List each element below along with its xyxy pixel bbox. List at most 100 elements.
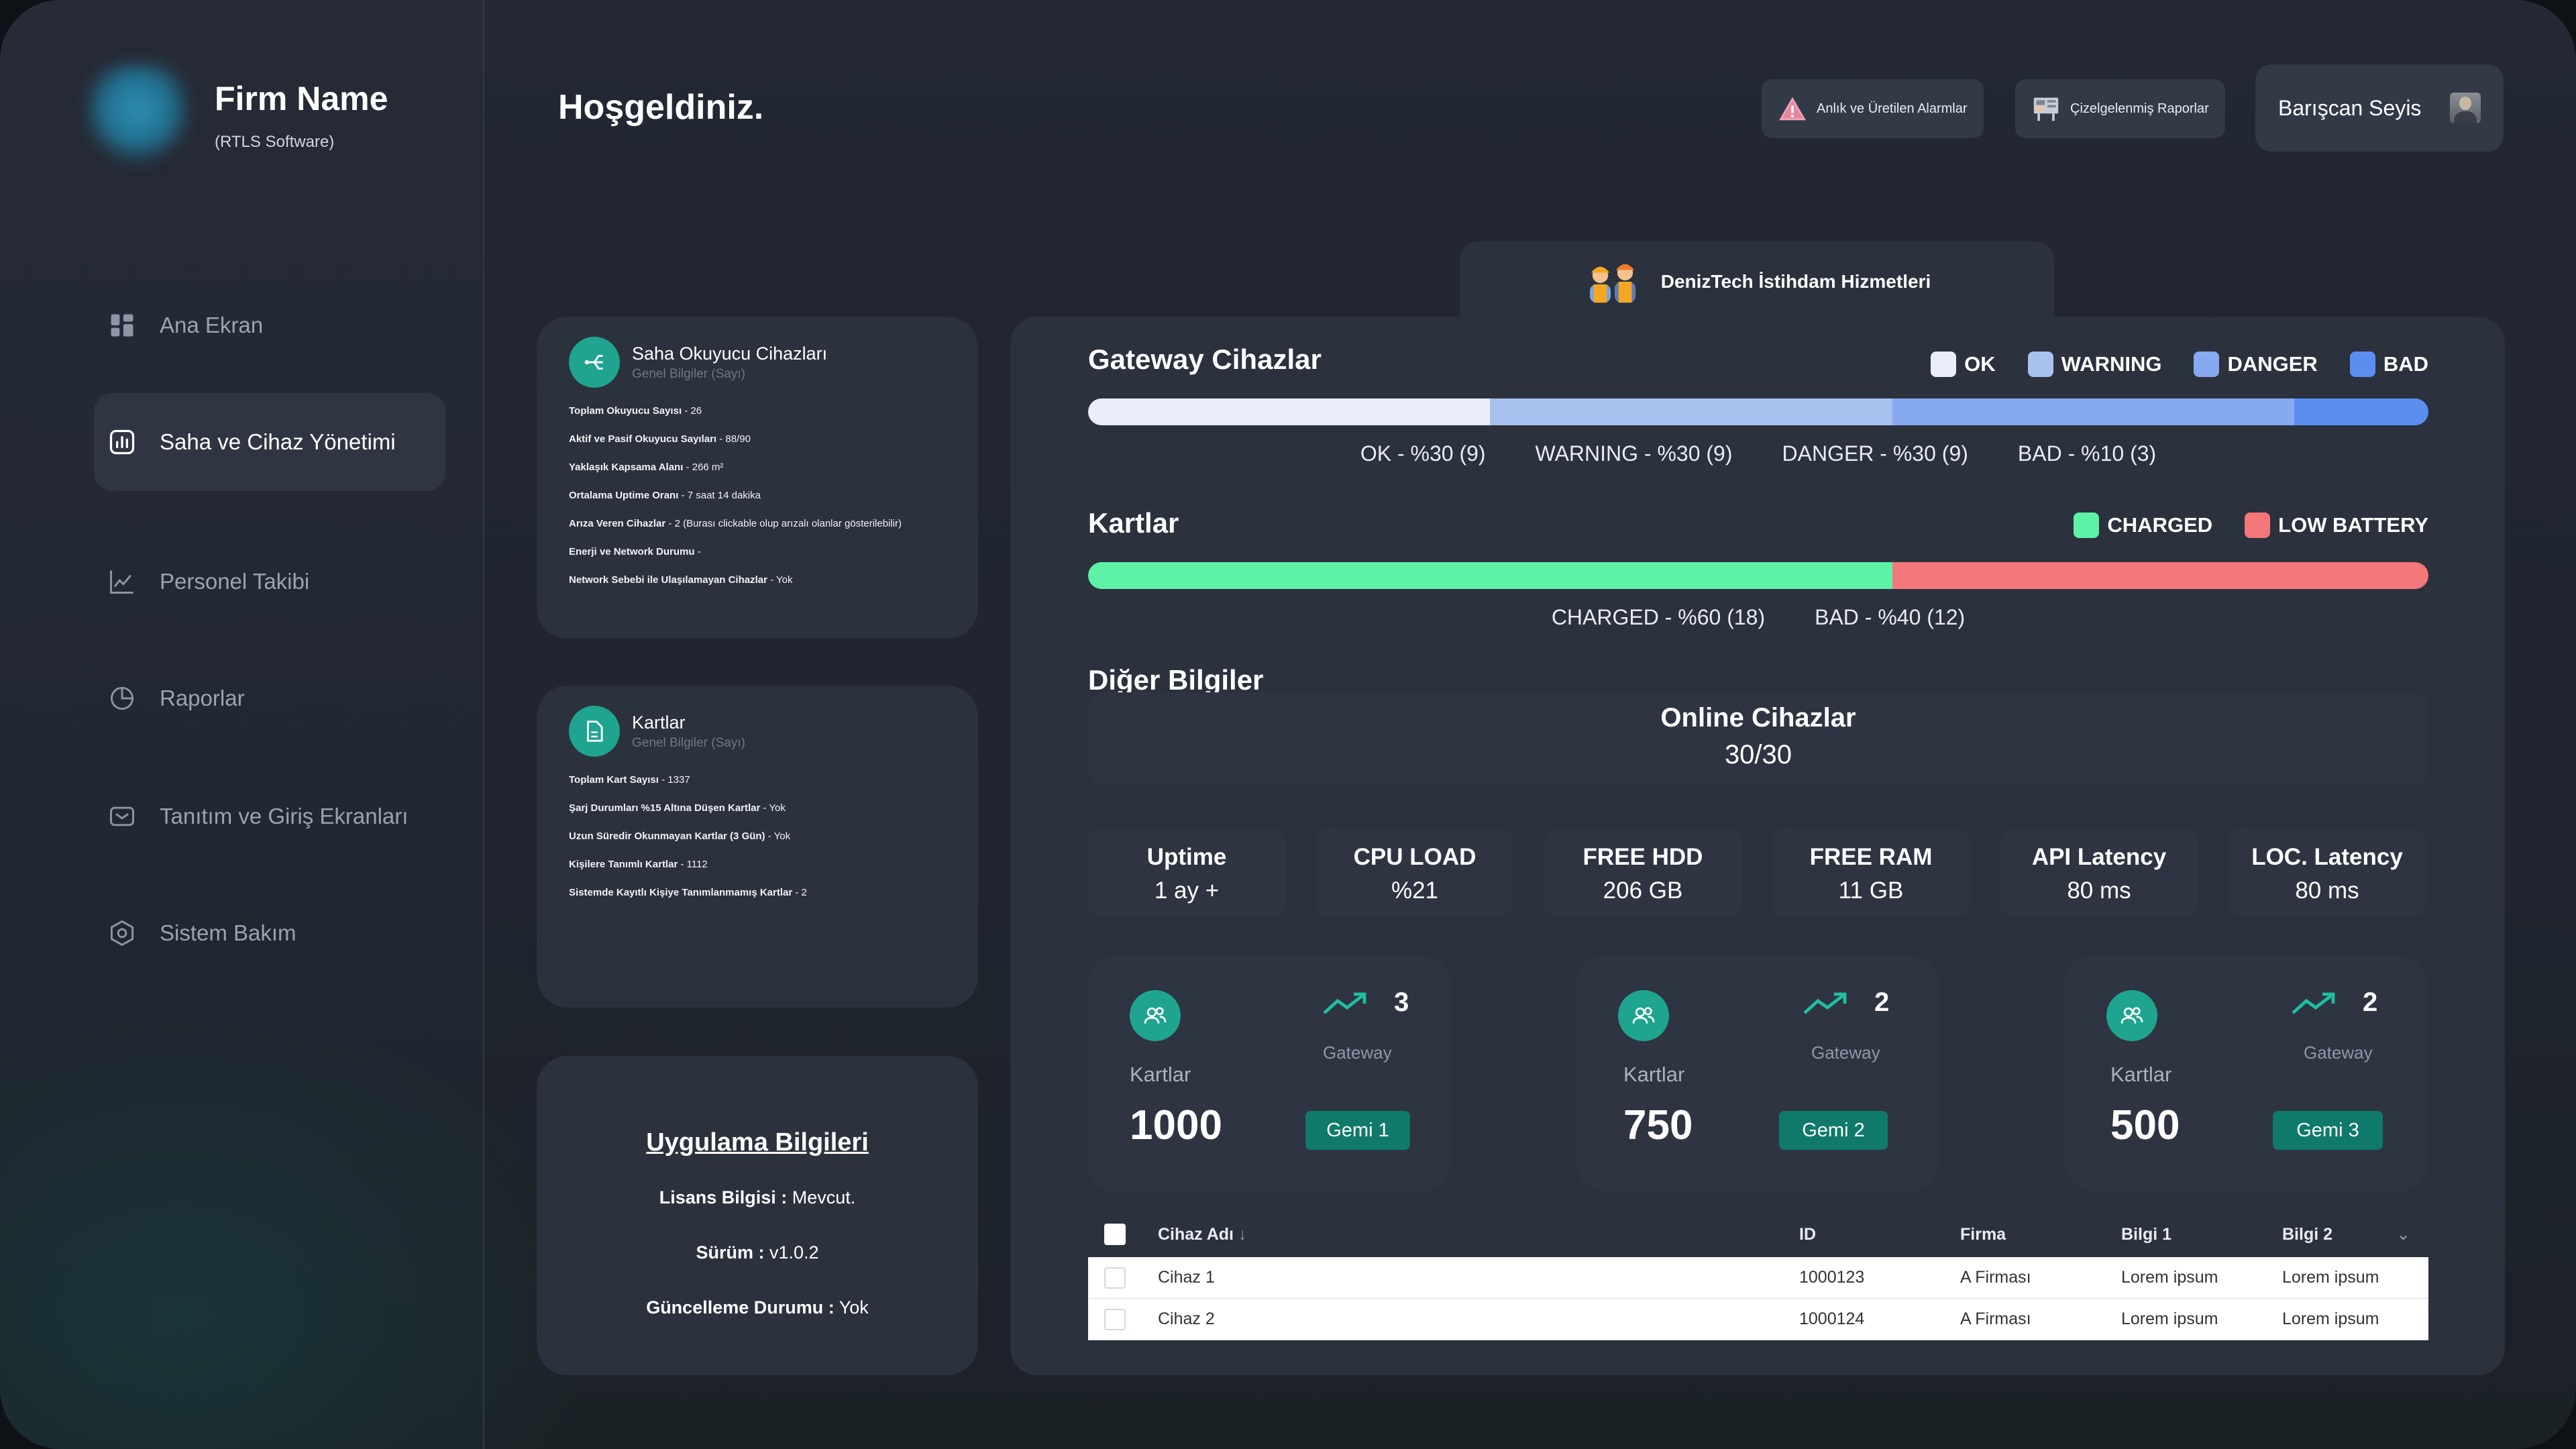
stat-free-hdd: FREE HDD 206 GB <box>1544 828 1741 918</box>
row-checkbox[interactable] <box>1104 1308 1126 1330</box>
devices-table: Cihaz Adı ↓ ID Firma Bilgi 1 Bilgi 2 ⌄ C… <box>1088 1212 2428 1340</box>
select-all-checkbox[interactable] <box>1104 1224 1126 1245</box>
company-name: DenizTech İstihdam Hizmetleri <box>1660 271 1931 292</box>
legend-swatch <box>2194 352 2220 377</box>
sidebar-item-label: Personel Takibi <box>160 569 310 594</box>
info-line: Aktif ve Pasif Okuyucu Sayıları - 88/90 <box>569 433 751 445</box>
cards-section-title: Kartlar <box>1088 507 1179 539</box>
sidebar-item-ana-ekran[interactable]: Ana Ekran <box>94 276 445 374</box>
sidebar-item-label: Ana Ekran <box>160 313 264 337</box>
version-info: Sürüm : v1.0.2 <box>696 1242 819 1263</box>
gateway-label: Gateway <box>1811 1042 1880 1063</box>
avatar <box>2450 93 2481 123</box>
info-line: Uzun Süredir Okunmayan Kartlar (3 Gün) -… <box>569 830 791 842</box>
sidebar-item-label: Sistem Bakım <box>160 920 297 945</box>
info-line: Yaklaşık Kapsama Alanı - 266 m² <box>569 462 724 473</box>
cards-bar-labels: CHARGED - %60 (18) BAD - %40 (12) <box>1088 605 2428 630</box>
stat-cpu-load: CPU LOAD %21 <box>1316 828 1513 918</box>
app-info-title[interactable]: Uygulama Bilgileri <box>537 1128 978 1157</box>
column-header-name[interactable]: Cihaz Adı ↓ <box>1158 1225 1246 1244</box>
alarms-button-label: Anlık ve Üretilen Alarmlar <box>1817 101 1968 116</box>
sidebar-item-personel-takibi[interactable]: Personel Takibi <box>94 533 445 631</box>
column-header-info1[interactable]: Bilgi 1 <box>2121 1225 2171 1244</box>
column-header-id[interactable]: ID <box>1799 1225 1816 1244</box>
table-header: Cihaz Adı ↓ ID Firma Bilgi 1 Bilgi 2 ⌄ <box>1088 1212 2428 1257</box>
sidebar-item-sistem-bakim[interactable]: Sistem Bakım <box>94 884 445 982</box>
sidebar-item-tanitim[interactable]: Tanıtım ve Giriş Ekranları <box>94 767 445 865</box>
bar-label: WARNING - %30 (9) <box>1535 441 1733 466</box>
device-chart-icon <box>107 427 137 457</box>
dashboard-grid-icon <box>107 311 137 340</box>
firm-subtitle: (RTLS Software) <box>215 133 335 151</box>
update-status-info: Güncelleme Durumu : Yok <box>646 1297 869 1318</box>
chevron-down-icon[interactable]: ⌄ <box>2396 1224 2410 1244</box>
trend-up-icon <box>1803 992 1847 1014</box>
gateway-legend: OK WARNING DANGER BAD <box>1898 352 2428 377</box>
legend-label: DANGER <box>2227 352 2318 376</box>
card-subtitle: Genel Bilgiler (Sayı) <box>632 366 745 381</box>
cards-info-card: Kartlar Genel Bilgiler (Sayı) Toplam Kar… <box>537 686 978 1008</box>
cell-info1: Lorem ipsum <box>2121 1268 2218 1287</box>
table-row[interactable]: Cihaz 1 1000123 A Firması Lorem ipsum Lo… <box>1088 1257 2428 1299</box>
gateway-count: 3 <box>1394 987 1409 1017</box>
legend-label: OK <box>1964 352 1996 376</box>
cards-battery-bar <box>1088 562 2428 589</box>
legend-swatch <box>1931 352 1957 377</box>
bar-segment <box>1490 398 1892 425</box>
settings-hex-icon <box>107 918 137 948</box>
online-devices-box: Online Cihazlar 30/30 <box>1088 692 2428 785</box>
reports-button[interactable]: Çizelgelenmiş Raporlar <box>2015 79 2225 138</box>
sidebar-item-raporlar[interactable]: Raporlar <box>94 649 445 747</box>
card-title: Saha Okuyucu Cihazları <box>632 343 828 364</box>
ship-button[interactable]: Gemi 2 <box>1779 1111 1888 1150</box>
bar-segment <box>1088 398 1491 425</box>
cell-name: Cihaz 2 <box>1158 1309 1215 1328</box>
sidebar-item-label: Raporlar <box>160 686 245 710</box>
page-title: Hoşgeldiniz. <box>558 88 764 127</box>
legend-swatch <box>2074 513 2100 538</box>
user-menu[interactable]: Barışcan Seyis <box>2255 64 2504 152</box>
ship-button[interactable]: Gemi 1 <box>1305 1111 1410 1150</box>
info-line: Sistemde Kayıtlı Kişiye Tanımlanmamış Ka… <box>569 887 807 898</box>
sidebar-item-saha-ve-cihaz[interactable]: Saha ve Cihaz Yönetimi <box>94 393 445 491</box>
row-checkbox[interactable] <box>1104 1267 1126 1289</box>
firm-name: Firm Name <box>215 80 388 117</box>
user-name: Barışcan Seyis <box>2278 95 2422 120</box>
info-line: Kişilere Tanımlı Kartlar - 1112 <box>569 859 708 870</box>
column-header-firm[interactable]: Firma <box>1960 1225 2006 1244</box>
alarms-button[interactable]: Anlık ve Üretilen Alarmlar <box>1762 79 1984 138</box>
gateway-status-bar <box>1088 398 2428 425</box>
report-board-icon <box>2033 97 2059 121</box>
line-chart-icon <box>107 567 137 596</box>
readers-info-list: Toplam Okuyucu Sayısı - 26 Aktif ve Pasi… <box>569 397 902 594</box>
users-icon <box>1618 990 1669 1041</box>
company-tab[interactable]: DenizTech İstihdam Hizmetleri <box>1460 241 2054 322</box>
users-icon <box>2106 990 2157 1041</box>
legend-item: WARNING <box>2027 352 2161 377</box>
ship-button[interactable]: Gemi 3 <box>2273 1111 2383 1150</box>
cards-value: 750 <box>1623 1102 1693 1148</box>
stat-name: FREE HDD <box>1582 844 1703 870</box>
bar-label: BAD - %40 (12) <box>1815 605 1966 629</box>
cell-info2: Lorem ipsum <box>2282 1309 2379 1328</box>
ship-card: 3 Gateway Kartlar 1000 Gemi 1 <box>1088 955 1450 1191</box>
readers-card: Saha Okuyucu Cihazları Genel Bilgiler (S… <box>537 317 978 639</box>
cards-info-list: Toplam Kart Sayısı - 1337 Şarj Durumları… <box>569 766 807 907</box>
stat-free-ram: FREE RAM 11 GB <box>1772 828 1970 918</box>
pie-chart-icon <box>107 684 137 713</box>
table-row[interactable]: Cihaz 2 1000124 A Firması Lorem ipsum Lo… <box>1088 1299 2428 1340</box>
info-line: Ortalama Uptime Oranı - 7 saat 14 dakika <box>569 490 761 501</box>
ship-card: 2 Gateway Kartlar 500 Gemi 3 <box>2065 955 2427 1191</box>
stat-value: 80 ms <box>2067 877 2131 904</box>
stat-name: Uptime <box>1146 844 1227 870</box>
bar-label: CHARGED - %60 (18) <box>1551 605 1766 629</box>
bar-segment <box>1088 562 1892 589</box>
faulty-devices-link[interactable]: Arıza Veren Cihazlar - 2 (Burası clickab… <box>569 510 902 538</box>
app-info-card: Uygulama Bilgileri Lisans Bilgisi : Mevc… <box>537 1056 978 1375</box>
column-header-info2[interactable]: Bilgi 2 <box>2282 1225 2332 1244</box>
license-info: Lisans Bilgisi : Mevcut. <box>659 1187 856 1208</box>
gateway-bar-labels: OK - %30 (9) WARNING - %30 (9) DANGER - … <box>1088 441 2428 466</box>
legend-item: OK <box>1931 352 1996 377</box>
cards-value: 500 <box>2110 1102 2180 1148</box>
stat-value: 80 ms <box>2295 877 2359 904</box>
